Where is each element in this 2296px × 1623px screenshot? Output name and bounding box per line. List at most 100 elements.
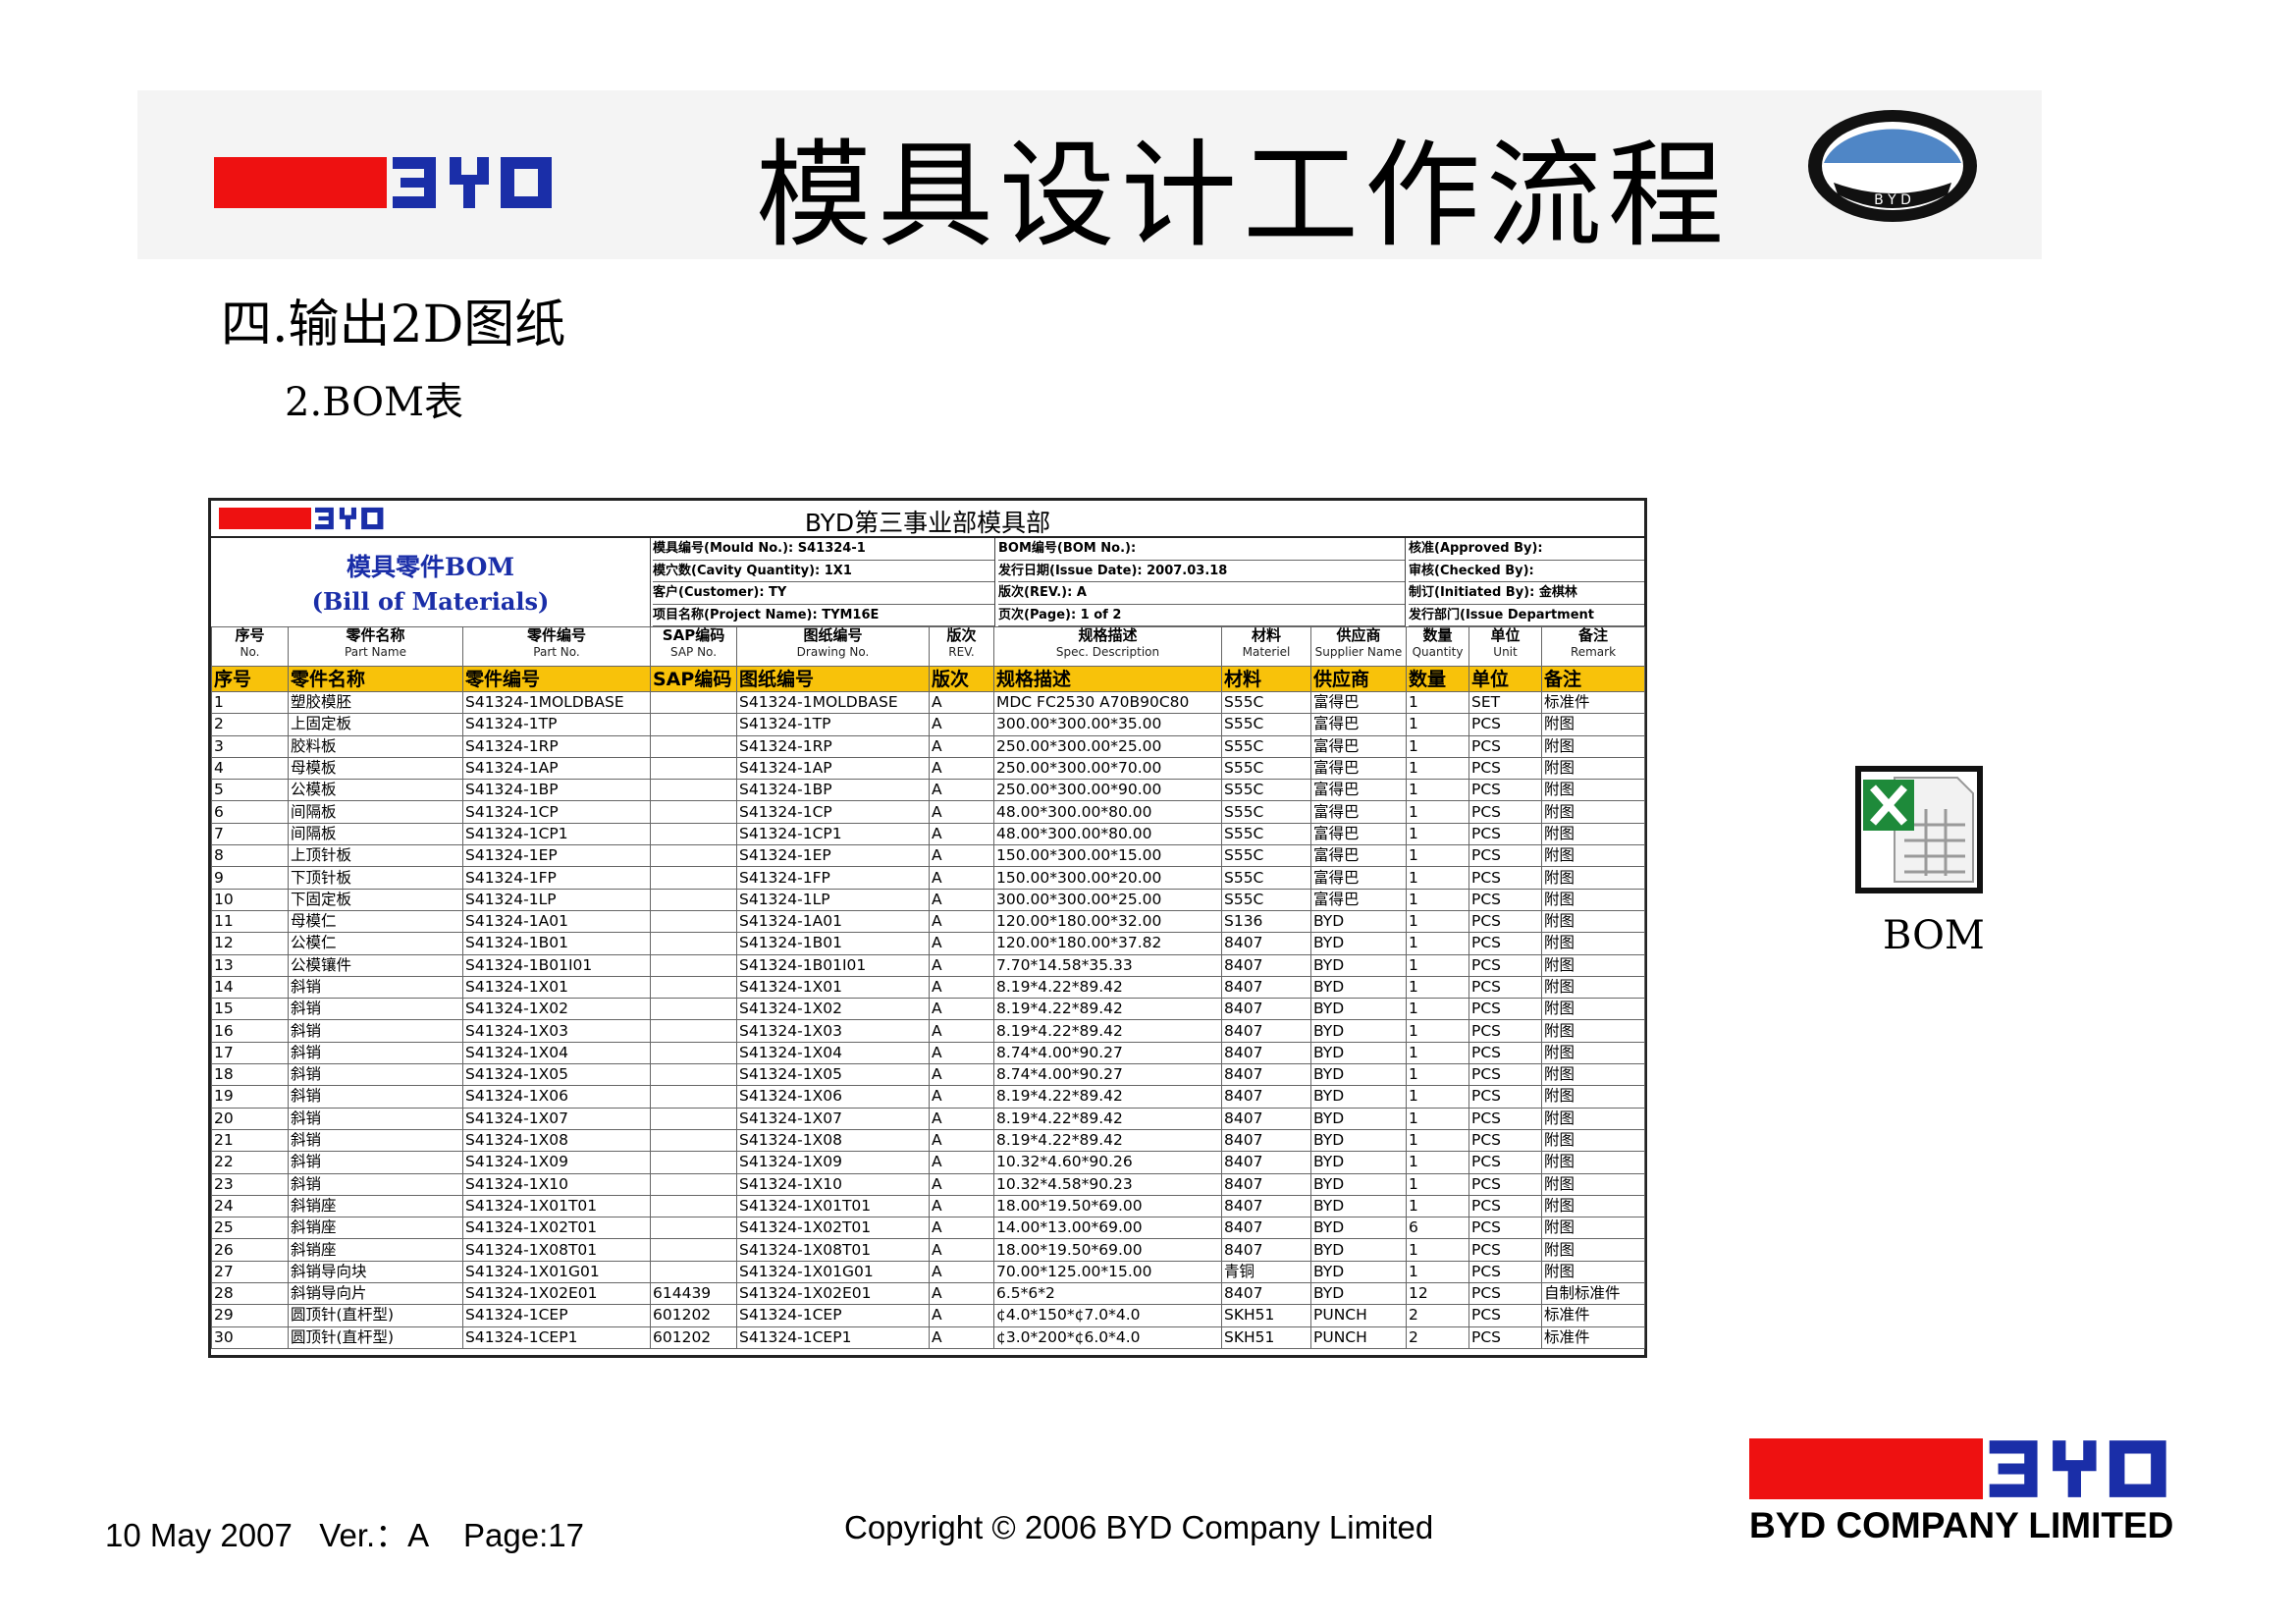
info-project: 项目名称(Project Name): TYM16E [653,605,994,626]
cell-spec: 120.00*180.00*37.82 [993,932,1222,955]
cell-supplier: BYD [1310,932,1407,955]
cell-rev: A [929,734,994,758]
column-header-cn: 零件名称 [346,626,405,644]
cell-remark: 附图 [1541,779,1645,802]
cell-rev: A [929,909,994,934]
cell-spec: 10.32*4.58*90.23 [993,1172,1222,1196]
cell-material: 8407 [1221,1019,1311,1043]
attachment-label[interactable]: BOM [1883,913,1985,958]
cell-drawing-no: S41324-1CP [736,800,930,824]
cell-supplier: 富得巴 [1310,734,1407,758]
cell-no: 7 [211,822,289,846]
cell-rev: A [929,1282,994,1306]
cell-quantity: 1 [1406,1019,1469,1043]
table-row: 23 斜销 S41324-1X10 S41324-1X10 A 10.32*4.58*90… [211,1172,1645,1196]
cell-quantity: 1 [1406,866,1469,890]
cell-part-no: S41324-1CEP [462,1304,651,1327]
cell-material: 青铜 [1221,1260,1311,1284]
info-issue-date: 发行日期(Issue Date): 2007.03.18 [998,561,1405,582]
cell-rev: A [929,953,994,977]
cell-material: 8407 [1221,1238,1311,1262]
cell-no: 8 [211,844,289,868]
cell-quantity: 1 [1406,822,1469,846]
cell-part-no: S41324-1LP [462,888,651,911]
cell-rev: A [929,756,994,781]
cell-remark: 附图 [1541,1107,1645,1130]
cell-spec: 7.70*14.58*35.33 [993,953,1222,977]
cell-no: 28 [211,1282,289,1306]
cell-part-name: 斜销 [288,1128,463,1153]
column-header-cn: 序号 [235,626,265,644]
info-bom-no: BOM编号(BOM No.): [998,538,1405,561]
cell-part-name: 斜销 [288,1019,463,1043]
column-header-cn: 备注 [1577,626,1608,644]
cell-remark: 附图 [1541,1041,1645,1065]
cell-sap-no [650,690,737,715]
cell-supplier: BYD [1310,1151,1407,1174]
cell-supplier: BYD [1310,998,1407,1021]
cell-unit: PCS [1468,932,1542,955]
column-header-quantity: 数量 Quantity [1406,626,1469,667]
table-row: 7 间隔板 S41324-1CP1 S41324-1CP1 A 48.00*300.00*… [211,822,1645,846]
cell-drawing-no: S41324-1CEP1 [736,1325,930,1349]
cell-material: S55C [1221,888,1311,911]
bom-sheet-header: BYD第三事业部模具部 [211,501,1644,538]
cell-quantity: 1 [1406,1128,1469,1153]
cell-no: 2 [211,713,289,736]
bom-column-header-row: 序号 No. 零件名称 Part Name 零件编号 Part No. SAP编码 SAP N… [211,626,1645,667]
cell-material: 8407 [1221,953,1311,977]
cell-part-no: S41324-1MOLDBASE [462,690,651,715]
table-row: 29 圆顶针(直杆型) S41324-1CEP 601202 S41324-1CEP A ¢… [211,1304,1645,1327]
bom-heading-en: (Bill of Materials) [311,587,550,616]
cell-spec: ¢3.0*200*¢6.0*4.0 [993,1325,1222,1349]
cell-part-name: 斜销 [288,1041,463,1065]
cell-quantity: 1 [1406,756,1469,781]
cell-sap-no [650,1238,737,1262]
cell-remark: 自制标准件 [1541,1282,1645,1306]
cell-remark: 附图 [1541,822,1645,846]
cell-rev: A [929,1238,994,1262]
cell-material: S55C [1221,822,1311,846]
cell-supplier: 富得巴 [1310,822,1407,846]
cell-rev: A [929,888,994,911]
info-issue-dept: 发行部门(Issue Department [1409,605,1644,626]
cell-spec: 8.19*4.22*89.42 [993,1128,1222,1153]
excel-file-icon[interactable] [1855,766,1983,893]
cell-spec: ¢4.0*150*¢7.0*4.0 [993,1304,1222,1327]
cell-part-no: S41324-1EP [462,844,651,868]
byd-logo [214,155,563,210]
cell-quantity: 1 [1406,734,1469,758]
cell-spec: 18.00*19.50*69.00 [993,1194,1222,1218]
cell-remark: 附图 [1541,1172,1645,1196]
column-header-part-name: 零件名称 Part Name [288,626,463,667]
cell-unit: PCS [1468,1325,1542,1349]
cell-remark: 附图 [1541,1128,1645,1153]
table-row: 16 斜销 S41324-1X03 S41324-1X03 A 8.19*4.22*89.… [211,1019,1645,1043]
cell-sap-no [650,932,737,955]
cell-remark: 附图 [1541,932,1645,955]
info-checked: 审核(Checked By): [1409,561,1644,582]
cell-no: 14 [211,975,289,1000]
info-page: 页次(Page): 1 of 2 [998,605,1405,626]
cell-drawing-no: S41324-1X04 [736,1041,930,1065]
cell-sap-no [650,909,737,934]
cell-unit: PCS [1468,756,1542,781]
cell-part-name: 胶料板 [288,734,463,758]
cell-drawing-no: S41324-1X02T01 [736,1217,930,1240]
cell-no: 26 [211,1238,289,1262]
cell-remark: 附图 [1541,909,1645,934]
cell-sap-no [650,953,737,977]
cell-quantity: 1 [1406,998,1469,1021]
cell-spec: 8.19*4.22*89.42 [993,998,1222,1021]
cell-part-no: S41324-1CP1 [462,822,651,846]
byd-letters-icon [1989,1440,2166,1497]
cell-unit: PCS [1468,909,1542,934]
cell-supplier: 富得巴 [1310,756,1407,781]
column-header-en: Materiel [1242,645,1291,659]
table-row: 25 斜销座 S41324-1X02T01 S41324-1X02T01 A 14.00*… [211,1217,1645,1240]
cell-supplier: BYD [1310,1085,1407,1109]
cell-sap-no [650,1107,737,1130]
cell-part-name: 斜销座 [288,1238,463,1262]
cell-rev: A [929,690,994,715]
cell-remark: 附图 [1541,713,1645,736]
